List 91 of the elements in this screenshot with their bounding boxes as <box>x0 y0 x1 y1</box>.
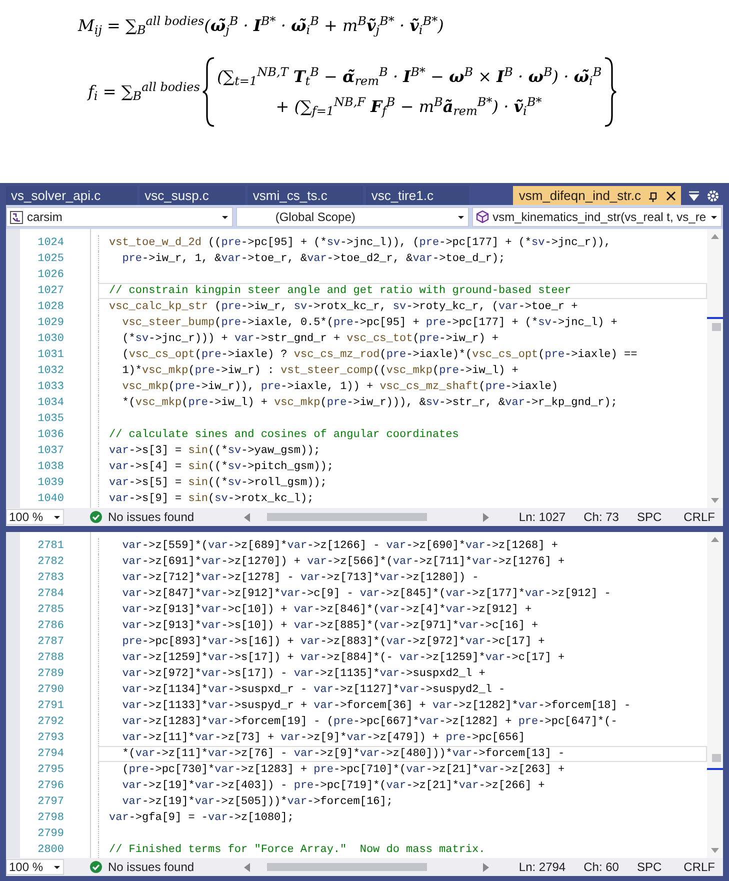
caret-icon[interactable] <box>53 514 61 520</box>
line-number: 1029 <box>36 316 64 331</box>
line-number: 2791 <box>36 699 64 714</box>
horizontal-scrollbar[interactable] <box>244 860 490 874</box>
zoom-dropdown[interactable]: 100 % <box>6 509 64 525</box>
line-ending-indicator[interactable]: CRLF <box>684 858 715 876</box>
line-number: 2794 <box>36 747 64 762</box>
line-number: 2788 <box>36 651 64 666</box>
column-indicator[interactable]: Ch: 60 <box>584 858 619 876</box>
settings-icon[interactable] <box>706 188 720 202</box>
line-number: 1040 <box>36 492 64 507</box>
line-number: 2781 <box>36 539 64 554</box>
line-number: 2783 <box>36 571 64 586</box>
zoom-dropdown[interactable]: 100 % <box>6 859 64 875</box>
scroll-thumb[interactable] <box>712 323 721 331</box>
line-number: 2790 <box>36 683 64 698</box>
brace-drawing <box>202 56 215 128</box>
brace-drawing <box>604 56 617 128</box>
up-arrow-icon[interactable] <box>710 536 720 543</box>
right-arrow-icon[interactable] <box>483 512 490 522</box>
down-arrow-icon[interactable] <box>710 497 720 504</box>
caret-icon[interactable] <box>710 214 718 220</box>
line-number: 2787 <box>36 635 64 650</box>
line-number: 2785 <box>36 603 64 618</box>
member-dropdown[interactable]: vsm_kinematics_ind_str(vs_real t, vs_re <box>472 207 722 227</box>
line-number: 2784 <box>36 587 64 602</box>
issues-status[interactable]: No issues found <box>108 858 194 876</box>
line-indicator[interactable]: Ln: 2794 <box>518 858 566 876</box>
line-number: 2796 <box>36 779 64 794</box>
line-number: 1039 <box>36 476 64 491</box>
caret-icon[interactable] <box>53 864 61 870</box>
line-number: 1025 <box>36 252 64 267</box>
equation: M$_{ij}$ = ∑$_{B}$$^{all bodies}$(ω̃$_{j}$$^{B}$ · I$^{B*}$ · ω̃$_{i}$$^{B}$ + m$^{B}$ṽ$_{j}$$^{B*}$ · ṽ$_{i}$$^{B*}$) <box>78 14 444 38</box>
line-number: 2797 <box>36 795 64 810</box>
horizontal-scrollbar[interactable] <box>244 510 490 524</box>
line-number: 2795 <box>36 763 64 778</box>
line-indicator[interactable]: Ln: 1027 <box>518 508 566 526</box>
scope-dropdown[interactable]: (Global Scope) <box>236 207 469 227</box>
line-number: 1030 <box>36 332 64 347</box>
line-number: 2789 <box>36 667 64 682</box>
scroll-thumb[interactable] <box>712 754 721 762</box>
file-tab[interactable]: vsmi_cs_ts.c <box>248 186 364 205</box>
caret-position-marker <box>707 317 723 319</box>
left-arrow-icon[interactable] <box>244 862 250 872</box>
line-number: 1036 <box>36 428 64 443</box>
line-number: 1024 <box>36 236 64 251</box>
check-icon <box>90 861 102 873</box>
file-tab[interactable]: vsm_difeqn_ind_str.c <box>512 186 681 205</box>
column-indicator[interactable]: Ch: 73 <box>584 508 619 526</box>
caret-icon[interactable] <box>221 214 230 220</box>
line-number: 1027 <box>36 284 64 299</box>
file-tab[interactable]: vsc_susp.c <box>140 186 245 205</box>
file-tab[interactable]: vs_solver_api.c <box>6 186 137 205</box>
right-arrow-icon[interactable] <box>483 862 490 872</box>
indent-indicator[interactable]: SPC <box>636 858 662 876</box>
line-number: 2799 <box>36 827 64 842</box>
caret-position-marker <box>707 768 723 770</box>
line-number: 2782 <box>36 555 64 570</box>
close-icon[interactable] <box>665 190 677 202</box>
file-tab[interactable]: vsc_tire1.c <box>366 186 470 205</box>
vertical-scrollbar[interactable] <box>707 229 723 508</box>
line-number: 1032 <box>36 364 64 379</box>
pin-icon[interactable] <box>647 190 659 202</box>
check-icon <box>90 511 102 523</box>
project-dropdown[interactable]: carsim <box>6 207 234 227</box>
line-number: 1028 <box>36 300 64 315</box>
issues-status[interactable]: No issues found <box>108 508 194 526</box>
line-number: 1034 <box>36 396 64 411</box>
line-number: 1033 <box>36 380 64 395</box>
line-number: 1037 <box>36 444 64 459</box>
line-number: 1026 <box>36 268 64 283</box>
dropdown-icon[interactable] <box>688 190 700 202</box>
vertical-scrollbar[interactable] <box>707 532 723 858</box>
line-number: 1031 <box>36 348 64 363</box>
left-arrow-icon[interactable] <box>244 512 250 522</box>
caret-icon[interactable] <box>456 214 465 220</box>
line-number: 2800 <box>36 843 64 858</box>
code-line: *(var->z[11]*var->z[76] - var->z[9]*var->z[480]))*var->forcem[13] - <box>98 746 707 762</box>
up-arrow-icon[interactable] <box>710 233 720 240</box>
code-comment: // constrain kingpin steer angle and get ratio with ground-based steer <box>98 283 707 299</box>
down-arrow-icon[interactable] <box>710 847 720 854</box>
line-ending-indicator[interactable]: CRLF <box>684 508 715 526</box>
indent-indicator[interactable]: SPC <box>636 508 662 526</box>
project-icon <box>10 210 23 224</box>
line-number: 2798 <box>36 811 64 826</box>
line-number: 2793 <box>36 731 64 746</box>
line-number: 1038 <box>36 460 64 475</box>
line-number: 2792 <box>36 715 64 730</box>
line-number: 2786 <box>36 619 64 634</box>
line-number: 1035 <box>36 412 64 427</box>
cube-icon <box>476 210 489 224</box>
